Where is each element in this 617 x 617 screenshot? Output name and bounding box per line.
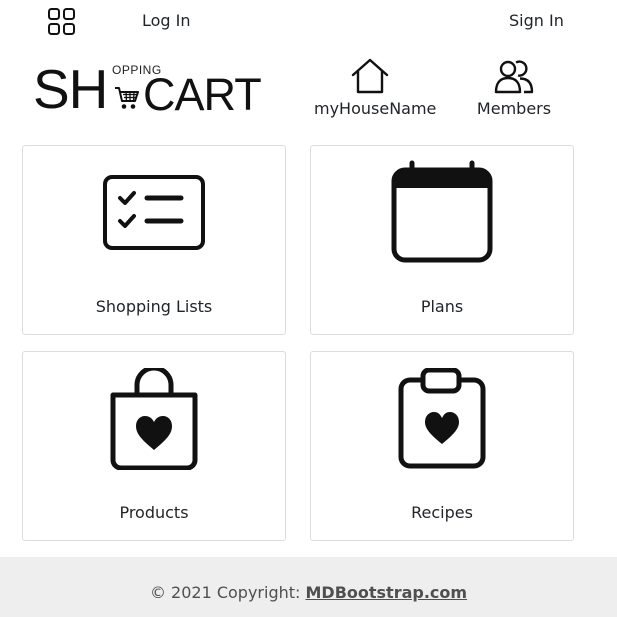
shopping-cart-logo[interactable]: SH OPPING CART — [33, 58, 262, 120]
checklist-icon — [103, 175, 205, 250]
card-products[interactable]: Products — [22, 351, 286, 541]
clipboard-heart-icon — [398, 368, 486, 469]
mdbootstrap-link[interactable]: MDBootstrap.com — [305, 583, 467, 602]
card-recipes[interactable]: Recipes — [310, 351, 574, 541]
card-plans[interactable]: Plans — [310, 145, 574, 335]
card-label: Products — [119, 503, 189, 522]
top-navbar: Log In Sign In — [0, 0, 617, 44]
card-label: Recipes — [411, 503, 473, 522]
members-label: Members — [476, 99, 552, 118]
logo-tail-letters: CART — [143, 69, 262, 120]
cart-icon — [115, 87, 139, 109]
logo-big-letters: SH — [33, 58, 108, 120]
house-icon — [351, 58, 389, 94]
card-label: Plans — [420, 297, 464, 316]
members-icon — [494, 60, 534, 94]
card-label: Shopping Lists — [95, 297, 213, 316]
shopping-bag-heart-icon — [110, 368, 198, 470]
card-shopping-lists[interactable]: Shopping Lists — [22, 145, 286, 335]
house-link[interactable]: myHouseName — [314, 58, 437, 118]
copyright-text: © 2021 Copyright: — [149, 583, 306, 602]
house-name-label: myHouseName — [314, 99, 437, 118]
login-link[interactable]: Log In — [142, 11, 191, 30]
members-link[interactable]: Members — [474, 58, 554, 118]
calendar-icon — [391, 160, 493, 263]
signin-link[interactable]: Sign In — [509, 11, 564, 30]
footer: © 2021 Copyright: MDBootstrap.com — [0, 557, 617, 617]
grid-icon[interactable] — [47, 6, 77, 36]
